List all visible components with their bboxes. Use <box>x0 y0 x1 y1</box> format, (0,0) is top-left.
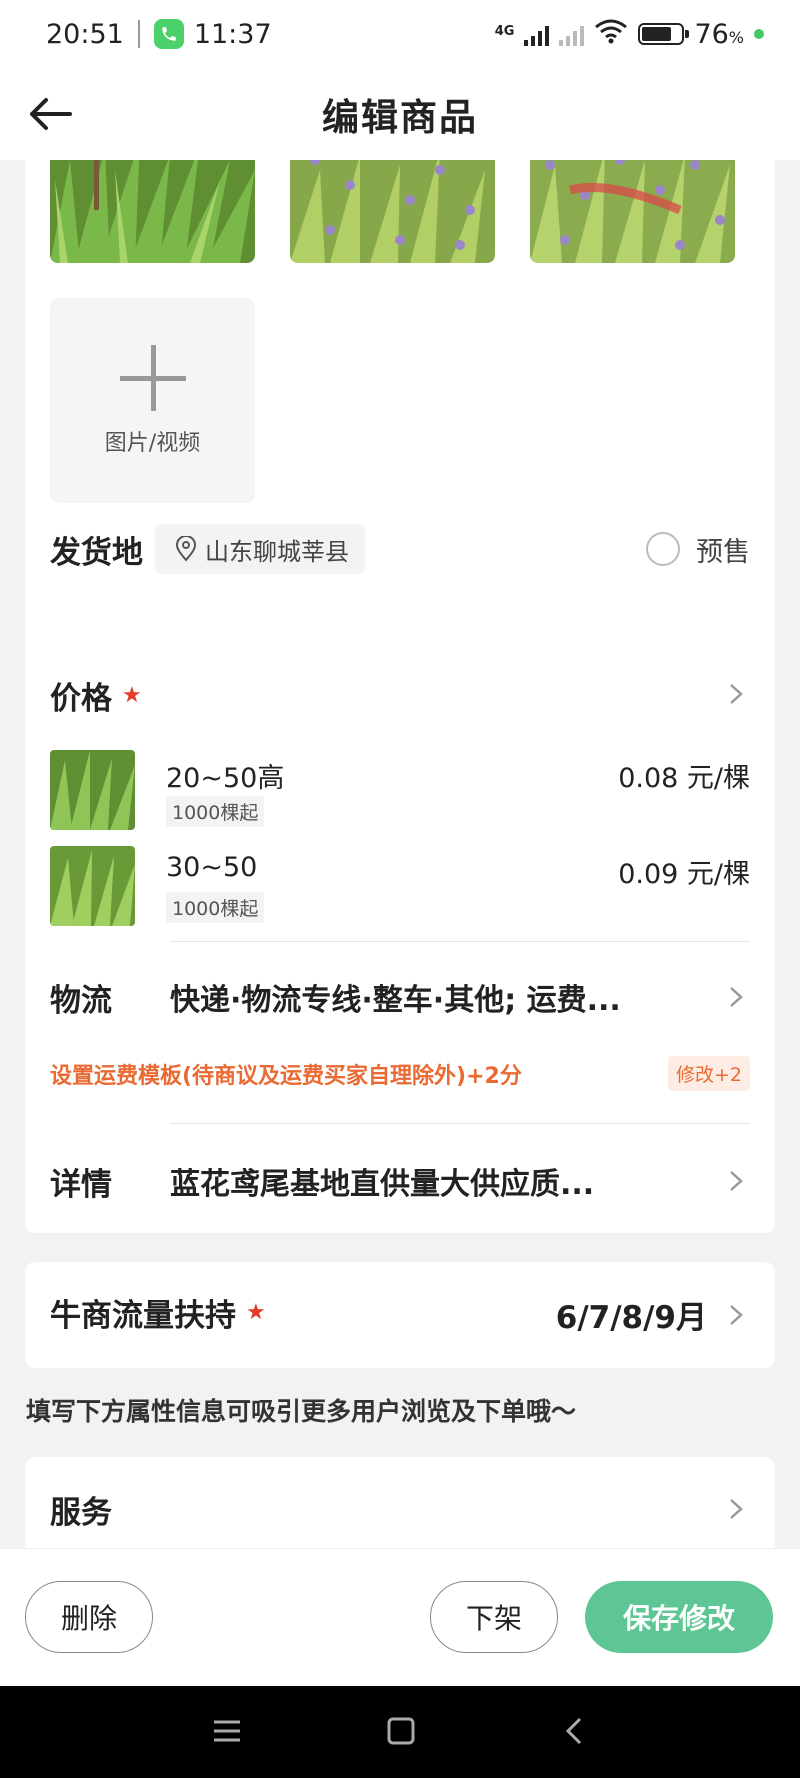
required-star-icon: ★ <box>246 1300 266 1325</box>
back-key-icon[interactable] <box>560 1716 590 1746</box>
price-item-price: 0.08 元/棵 <box>618 763 750 794</box>
call-duration: 11:37 <box>193 18 272 50</box>
add-media-button[interactable]: 图片/视频 <box>50 298 255 503</box>
logistics-label: 物流 <box>50 982 112 1019</box>
unlist-button[interactable]: 下架 <box>430 1581 558 1653</box>
presale-radio[interactable] <box>646 532 680 566</box>
price-logistics-card: 价格 ★ 20~50高 1000棵起 0.08 元/棵 30~50 1000棵起… <box>25 643 775 1233</box>
price-item[interactable]: 30~50 1000棵起 0.09 元/棵 <box>50 846 750 926</box>
top-nav-bar: 编辑商品 <box>0 68 800 160</box>
shipping-location-text: 山东聊城莘县 <box>205 537 349 566</box>
traffic-support-value: 6/7/8/9月 <box>555 1300 707 1336</box>
presale-option[interactable]: 预售 <box>646 530 750 569</box>
price-item-min-qty: 1000棵起 <box>166 796 265 827</box>
menu-key-icon[interactable] <box>212 1716 242 1746</box>
back-arrow-icon[interactable] <box>26 90 74 138</box>
wifi-icon <box>594 18 628 51</box>
status-bar: 20:51 11:37 4G 76% <box>0 0 800 68</box>
tip-reward-badge: 修改+2 <box>667 1056 750 1091</box>
attribute-hint: 填写下方属性信息可吸引更多用户浏览及下单哦～ <box>26 1397 577 1426</box>
signal-icon <box>524 22 550 46</box>
status-time: 20:51 <box>46 18 124 50</box>
logistics-value: 快递·物流专线·整车·其他; 运费... <box>170 983 621 1018</box>
delete-button[interactable]: 删除 <box>25 1581 153 1653</box>
price-label: 价格 <box>50 681 112 717</box>
shipping-template-tip[interactable]: 设置运费模板(待商议及运费买家自理除外)+2分 <box>50 1058 522 1090</box>
price-item-thumbnail <box>50 846 135 926</box>
service-label: 服务 <box>50 1495 112 1531</box>
presale-label: 预售 <box>696 536 750 568</box>
price-row[interactable]: 价格 ★ <box>50 673 142 718</box>
service-card[interactable]: 服务 <box>25 1457 775 1548</box>
required-star-icon: ★ <box>122 683 142 708</box>
shipping-origin-label: 发货地 <box>50 534 143 571</box>
chevron-right-icon[interactable] <box>725 1170 747 1192</box>
location-pin-icon <box>175 536 197 562</box>
product-photo[interactable] <box>530 160 735 263</box>
chevron-right-icon[interactable] <box>725 1498 747 1520</box>
divider <box>170 941 750 942</box>
details-row[interactable]: 详情 蓝花鸢尾基地直供量大供应质... <box>50 1156 750 1206</box>
call-icon[interactable] <box>153 19 184 49</box>
chevron-right-icon[interactable] <box>725 986 747 1008</box>
price-item-spec: 30~50 <box>166 852 258 883</box>
status-separator <box>137 20 140 48</box>
charging-dot-icon <box>754 29 764 39</box>
add-media-label: 图片/视频 <box>104 430 201 456</box>
battery-icon <box>638 23 690 45</box>
price-item[interactable]: 20~50高 1000棵起 0.08 元/棵 <box>50 750 750 830</box>
shipping-origin-row: 发货地 山东聊城莘县 预售 <box>50 524 750 574</box>
traffic-support-card[interactable]: 牛商流量扶持 ★ 6/7/8/9月 <box>25 1262 775 1368</box>
price-item-price: 0.09 元/棵 <box>618 859 750 890</box>
shipping-location-chip[interactable]: 山东聊城莘县 <box>155 524 365 574</box>
product-photo[interactable] <box>50 160 255 263</box>
traffic-support-label: 牛商流量扶持 <box>50 1298 236 1334</box>
signal-2-icon <box>559 22 585 46</box>
save-changes-button[interactable]: 保存修改 <box>585 1581 773 1653</box>
chevron-right-icon[interactable] <box>725 1304 747 1326</box>
system-nav-bar <box>0 1686 800 1778</box>
page-title: 编辑商品 <box>322 96 478 139</box>
divider <box>170 1123 750 1124</box>
price-item-thumbnail <box>50 750 135 830</box>
details-label: 详情 <box>50 1166 112 1203</box>
price-item-spec: 20~50高 <box>166 763 285 794</box>
chevron-right-icon[interactable] <box>725 683 747 705</box>
service-row: 服务 <box>50 1487 112 1532</box>
plus-icon <box>119 344 186 411</box>
traffic-support-row: 牛商流量扶持 ★ <box>50 1290 266 1335</box>
logistics-row[interactable]: 物流 快递·物流专线·整车·其他; 运费... <box>50 972 750 1022</box>
details-value: 蓝花鸢尾基地直供量大供应质... <box>170 1167 595 1202</box>
price-item-min-qty: 1000棵起 <box>166 892 265 923</box>
bottom-action-bar: 删除 下架 保存修改 <box>0 1548 800 1686</box>
scroll-content[interactable]: 图片/视频 发货地 山东聊城莘县 预售 价格 ★ 20~50高 1000棵起 0… <box>0 160 800 1548</box>
network-type: 4G <box>494 23 515 39</box>
home-key-icon[interactable] <box>386 1716 416 1746</box>
battery-level: 76% <box>694 18 744 50</box>
product-photo[interactable] <box>290 160 495 263</box>
